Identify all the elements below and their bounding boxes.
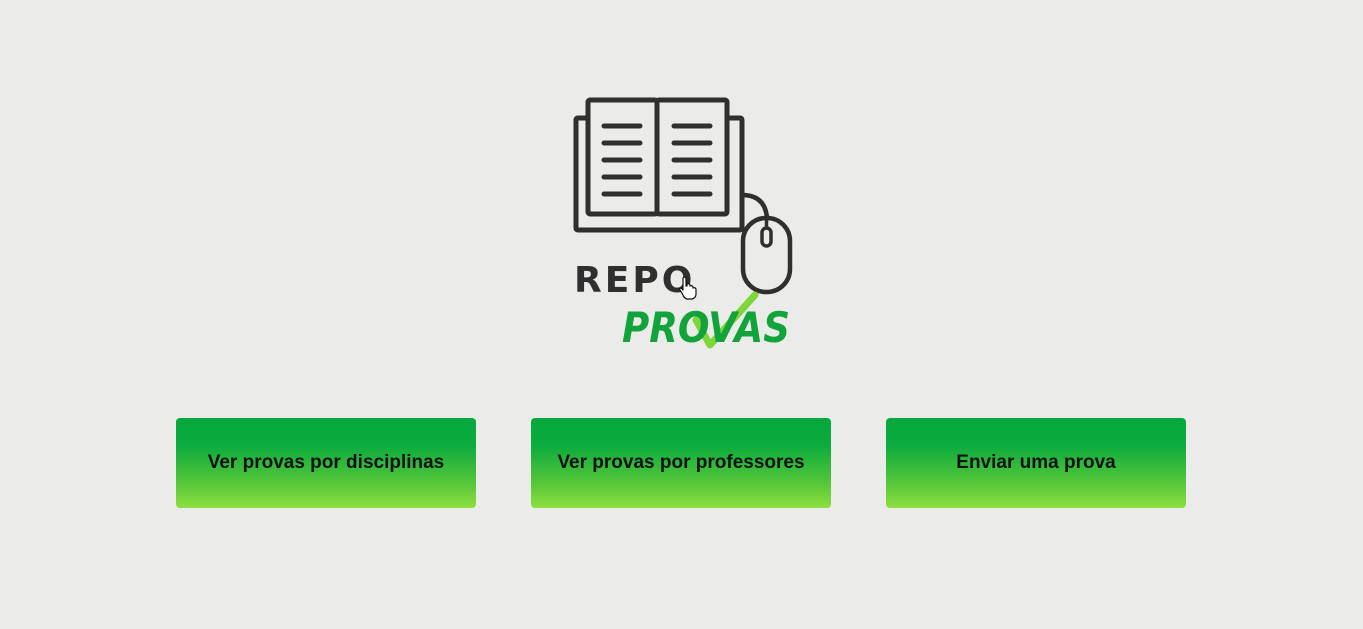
repo-provas-logo: REPO PROVAS xyxy=(560,90,810,360)
submit-exam-label: Enviar uma prova xyxy=(956,452,1116,473)
logo-text-provas: PROVAS xyxy=(622,303,790,352)
view-exams-by-subject-label: Ver provas por disciplinas xyxy=(207,452,445,473)
hand-pointer-icon xyxy=(679,276,697,300)
view-exams-by-professor-label: Ver provas por professores xyxy=(557,452,805,473)
submit-exam-button[interactable]: Enviar uma prova xyxy=(886,418,1186,508)
logo-graphic: REPO PROVAS xyxy=(573,97,793,352)
view-exams-by-subject-button[interactable]: Ver provas por disciplinas xyxy=(176,418,476,508)
open-book-icon xyxy=(573,97,745,233)
computer-mouse-icon xyxy=(739,192,793,295)
view-exams-by-professor-button[interactable]: Ver provas por professores xyxy=(531,418,831,508)
action-buttons: Ver provas por disciplinas Ver provas po… xyxy=(176,418,1186,508)
home-page: REPO PROVAS Ver provas por disciplinas V… xyxy=(0,0,1363,629)
